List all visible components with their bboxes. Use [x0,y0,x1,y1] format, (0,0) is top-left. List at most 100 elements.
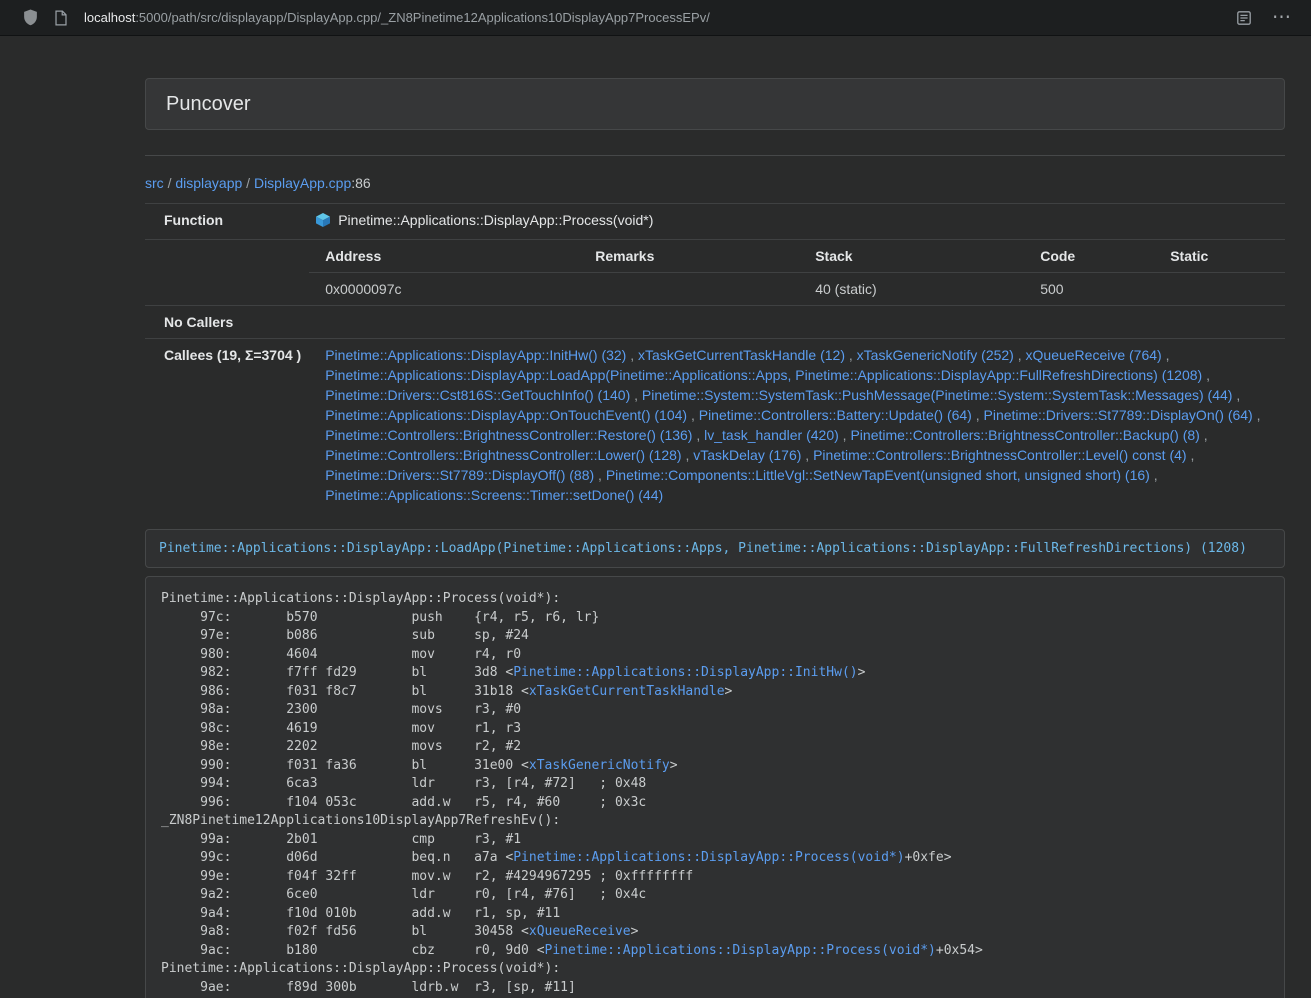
callee-separator: , [845,347,857,363]
no-callers-label: No Callers [145,306,309,339]
function-row: Function Pinetime::Applications::Display… [145,204,1285,240]
app-title: Puncover [166,92,1264,116]
highlighted-symbol-bar: Pinetime::Applications::DisplayApp::Load… [145,529,1285,568]
callee-separator: , [1162,347,1170,363]
callee-link[interactable]: Pinetime::Components::LittleVgl::SetNewT… [606,467,1150,483]
code-text: _ZN8Pinetime12Applications10DisplayApp7R… [161,813,560,828]
callee-link[interactable]: Pinetime::Applications::Screens::Timer::… [325,487,663,503]
callee-link[interactable]: Pinetime::Applications::DisplayApp::OnTo… [325,407,687,423]
url-path: :5000/path/src/displayapp/DisplayApp.cpp… [135,10,710,25]
code-text: Pinetime::Applications::DisplayApp::Proc… [161,591,560,606]
breadcrumb-link-file[interactable]: DisplayApp.cpp [254,175,351,191]
callee-separator: , [687,407,699,423]
callee-separator: , [972,407,984,423]
code-text: 99c: d06d beq.n a7a < [161,850,513,865]
callee-separator: , [801,447,813,463]
browser-chrome: localhost:5000/path/src/displayapp/Displ… [0,0,1311,36]
callee-link[interactable]: Pinetime::Controllers::BrightnessControl… [813,447,1186,463]
callee-separator: , [692,427,704,443]
callee-link[interactable]: Pinetime::Applications::DisplayApp::Load… [325,367,1202,383]
code-symbol-link[interactable]: Pinetime::Applications::DisplayApp::Init… [513,665,857,680]
code-text: 9ac: b180 cbz r0, 9d0 < [161,943,545,958]
callee-separator: , [1200,427,1208,443]
highlighted-symbol-link[interactable]: Pinetime::Applications::DisplayApp::Load… [159,541,1247,556]
url-host: localhost [84,10,135,25]
reader-view-icon[interactable] [1234,8,1254,28]
stats-row-label [145,240,309,306]
callee-link[interactable]: Pinetime::Drivers::St7789::DisplayOff() … [325,467,594,483]
value-static [1154,273,1285,306]
document-icon [51,8,71,28]
breadcrumb: src / displayapp / DisplayApp.cpp:86 [145,173,1285,193]
callee-link[interactable]: Pinetime::System::SystemTask::PushMessag… [642,387,1233,403]
value-code: 500 [1024,273,1154,306]
col-code: Code [1024,240,1154,273]
page-content: Puncover src / displayapp / DisplayApp.c… [145,36,1285,998]
col-remarks: Remarks [579,240,799,273]
code-text: 994: 6ca3 ldr r3, [r4, #72] ; 0x48 [161,776,646,791]
header-divider [145,155,1285,156]
code-text: 99a: 2b01 cmp r3, #1 [161,832,521,847]
callee-separator: , [1232,387,1240,403]
code-text: 996: f104 053c add.w r5, r4, #60 ; 0x3c [161,795,646,810]
code-symbol-link[interactable]: xTaskGenericNotify [529,758,670,773]
callees-row: Callees (19, Σ=3704 ) Pinetime::Applicat… [145,339,1285,512]
code-symbol-link[interactable]: Pinetime::Applications::DisplayApp::Proc… [513,850,904,865]
callee-link[interactable]: lv_task_handler (420) [704,427,839,443]
code-text: Pinetime::Applications::DisplayApp::Proc… [161,961,560,976]
code-text: +0x54> [936,943,983,958]
callee-link[interactable]: Pinetime::Drivers::St7789::DisplayOn() (… [984,407,1253,423]
col-static: Static [1154,240,1285,273]
callees-list: Pinetime::Applications::DisplayApp::Init… [325,345,1277,505]
value-stack: 40 (static) [799,273,1024,306]
callee-link[interactable]: Pinetime::Applications::DisplayApp::Init… [325,347,626,363]
breadcrumb-line-number: :86 [351,175,370,191]
col-stack: Stack [799,240,1024,273]
code-symbol-link[interactable]: xTaskGetCurrentTaskHandle [529,684,725,699]
breadcrumb-separator: / [246,175,250,191]
shield-icon[interactable] [20,8,40,28]
callee-link[interactable]: xQueueReceive (764) [1026,347,1162,363]
callee-link[interactable]: Pinetime::Controllers::Battery::Update()… [699,407,972,423]
browser-actions: ⋯ [1234,8,1297,28]
stats-values-row: 0x0000097c 40 (static) 500 [309,273,1285,306]
code-text: 99e: f04f 32ff mov.w r2, #4294967295 ; 0… [161,869,693,884]
overflow-menu-icon[interactable]: ⋯ [1272,8,1291,27]
code-symbol-link[interactable]: xQueueReceive [529,924,631,939]
stats-row: Address Remarks Stack Code Static 0x0000… [145,240,1285,306]
code-text: > [725,684,733,699]
code-text: +0xfe> [905,850,952,865]
code-text: 980: 4604 mov r4, r0 [161,647,521,662]
callee-link[interactable]: Pinetime::Controllers::BrightnessControl… [850,427,1199,443]
callee-link[interactable]: xTaskGenericNotify (252) [857,347,1014,363]
callee-separator: , [1014,347,1026,363]
breadcrumb-link-displayapp[interactable]: displayapp [175,175,242,191]
function-name: Pinetime::Applications::DisplayApp::Proc… [338,212,653,228]
callee-separator: , [682,447,694,463]
callees-label: Callees (19, Σ=3704 ) [145,339,309,512]
function-symbol-icon [315,212,331,233]
code-text: 97c: b570 push {r4, r5, r6, lr} [161,610,599,625]
callee-link[interactable]: xTaskGetCurrentTaskHandle (12) [638,347,845,363]
value-address: 0x0000097c [309,273,579,306]
stats-header-row: Address Remarks Stack Code Static [309,240,1285,273]
code-text: 98c: 4619 mov r1, r3 [161,721,521,736]
callee-link[interactable]: Pinetime::Drivers::Cst816S::GetTouchInfo… [325,387,630,403]
callee-separator: , [1150,467,1158,483]
callee-separator: , [1187,447,1195,463]
breadcrumb-link-src[interactable]: src [145,175,164,191]
callee-separator: , [630,387,642,403]
code-text: 9a2: 6ce0 ldr r0, [r4, #76] ; 0x4c [161,887,646,902]
no-callers-row: No Callers [145,306,1285,339]
callee-link[interactable]: Pinetime::Controllers::BrightnessControl… [325,427,692,443]
url-text[interactable]: localhost:5000/path/src/displayapp/Displ… [84,10,710,25]
callee-link[interactable]: Pinetime::Controllers::BrightnessControl… [325,447,681,463]
callee-separator: , [1202,367,1210,383]
callee-link[interactable]: vTaskDelay (176) [693,447,801,463]
code-text: > [631,924,639,939]
disassembly-code: Pinetime::Applications::DisplayApp::Proc… [145,576,1285,998]
function-detail-table: Function Pinetime::Applications::Display… [145,203,1285,511]
code-text: 990: f031 fa36 bl 31e00 < [161,758,529,773]
code-text: 9a4: f10d 010b add.w r1, sp, #11 [161,906,560,921]
code-symbol-link[interactable]: Pinetime::Applications::DisplayApp::Proc… [545,943,936,958]
